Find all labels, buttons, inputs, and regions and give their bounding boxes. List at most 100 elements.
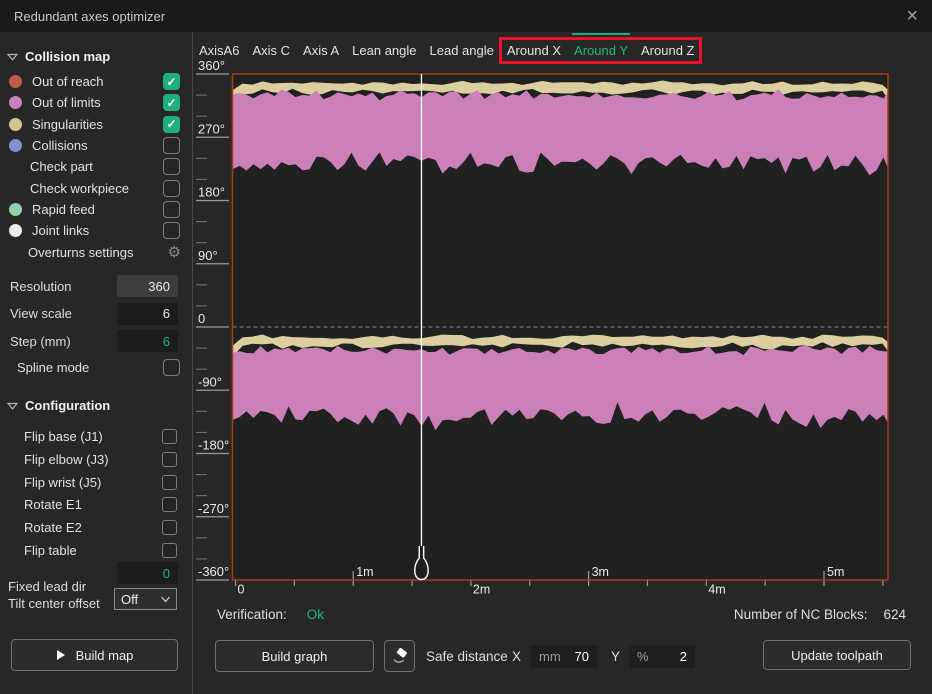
safe-distance-y-label: Y <box>611 640 620 672</box>
update-toolpath-label: Update toolpath <box>791 648 883 663</box>
legend-row: Check part <box>0 156 192 177</box>
configuration-section-header[interactable]: Configuration <box>7 398 110 413</box>
nc-blocks-label: Number of NC Blocks: <box>734 607 868 622</box>
checkbox-spline-mode[interactable] <box>163 359 180 376</box>
config-label: Flip table <box>24 543 77 558</box>
config-label: Rotate E1 <box>24 497 82 512</box>
tab-around-z[interactable]: Around Z <box>641 41 694 61</box>
nc-blocks-value: 624 <box>883 607 906 622</box>
checkbox-rotate-e1[interactable] <box>162 497 177 512</box>
verification-value: Ok <box>307 607 324 622</box>
field-input-step-mm-[interactable]: 6 <box>117 330 178 352</box>
checkbox-flip-wrist-j5-[interactable] <box>162 475 177 490</box>
svg-text:270°: 270° <box>198 121 225 136</box>
svg-text:-90°: -90° <box>198 374 222 389</box>
tab-around-x[interactable]: Around X <box>507 41 561 61</box>
field-label-view-scale: View scale <box>10 303 72 325</box>
config-label: Flip base (J1) <box>24 429 103 444</box>
title-bar: Redundant axes optimizer × <box>0 0 932 32</box>
checkbox-flip-elbow-j3-[interactable] <box>162 452 177 467</box>
gear-icon[interactable]: ⚙ <box>168 245 181 260</box>
sidebar: Collision map Out of reachOut of limitsS… <box>0 32 193 694</box>
safe-distance-group: Safe distance <box>426 640 508 672</box>
legend-color-dot <box>9 75 22 88</box>
config-row: Rotate E2 <box>0 517 192 538</box>
checkbox-out-of-limits[interactable] <box>163 94 180 111</box>
field-value: 6 <box>163 334 170 349</box>
redundancy-map-chart[interactable]: 360°270°180°90°0-90°-180°-270°-360°01m2m… <box>194 32 932 694</box>
svg-text:1m: 1m <box>356 565 373 579</box>
safe-distance-x-input[interactable]: mm 70 <box>531 645 597 668</box>
overturns-settings-label: Overturns settings <box>28 245 134 260</box>
build-graph-button[interactable]: Build graph <box>215 640 374 672</box>
build-map-button[interactable]: Build map <box>11 639 178 671</box>
checkbox-singularities[interactable] <box>163 116 180 133</box>
tab-axis-c[interactable]: Axis C <box>252 41 290 61</box>
svg-text:-270°: -270° <box>198 501 229 516</box>
checkbox-check-part[interactable] <box>163 158 180 175</box>
checkbox-check-workpiece[interactable] <box>163 180 180 197</box>
config-row: Flip base (J1) <box>0 426 192 447</box>
tilt-center-offset-label: Tilt center offset <box>8 592 100 614</box>
svg-text:-360°: -360° <box>198 564 229 579</box>
collision-map-section-header[interactable]: Collision map <box>7 49 110 64</box>
update-toolpath-button[interactable]: Update toolpath <box>763 640 911 670</box>
safe-distance-y-input[interactable]: % 2 <box>629 645 695 668</box>
nc-blocks-status: Number of NC Blocks: 624 <box>734 607 906 622</box>
close-icon[interactable]: × <box>906 6 918 26</box>
checkbox-rotate-e2[interactable] <box>162 520 177 535</box>
fixed-lead-dir-input[interactable]: 0 <box>117 562 178 584</box>
verification-status: Verification: Ok <box>217 607 324 622</box>
legend-label: Out of limits <box>32 95 101 110</box>
legend-color-dot <box>9 139 22 152</box>
x-unit: mm <box>539 649 561 664</box>
footer-toolbar: Build graph Safe distance X mm 70 Y % 2 … <box>194 640 932 672</box>
play-icon <box>56 649 66 661</box>
y-value: 2 <box>680 649 687 664</box>
checkbox-flip-base-j1-[interactable] <box>162 429 177 444</box>
main-panel: 360°270°180°90°0-90°-180°-270°-360°01m2m… <box>194 32 932 694</box>
tab-axis-a[interactable]: Axis A <box>303 41 339 61</box>
legend-row: Out of limits <box>0 92 192 113</box>
legend-row: Joint links <box>0 220 192 241</box>
tilt-center-offset-dropdown[interactable]: Off <box>114 588 177 610</box>
checkbox-rapid-feed[interactable] <box>163 201 180 218</box>
legend-color-dot <box>9 96 22 109</box>
config-label: Rotate E2 <box>24 520 82 535</box>
legend-row: Check workpiece <box>0 178 192 199</box>
checkbox-collisions[interactable] <box>163 137 180 154</box>
tab-lead-angle[interactable]: Lead angle <box>430 41 494 61</box>
svg-text:4m: 4m <box>708 583 725 597</box>
fixed-lead-dir-value: 0 <box>163 566 170 581</box>
legend-label: Joint links <box>32 223 89 238</box>
svg-text:5m: 5m <box>827 565 844 579</box>
eraser-icon <box>391 647 409 665</box>
axis-tab-bar: AxisA6 Axis C Axis A Lean angle Lead angle Ar… <box>194 32 932 64</box>
tab-axisa6[interactable]: AxisA6 <box>199 41 239 61</box>
collapse-triangle-icon <box>7 53 18 61</box>
tab-around-y[interactable]: Around Y <box>574 41 628 61</box>
field-input-view-scale[interactable]: 6 <box>117 303 178 325</box>
tab-lean-angle[interactable]: Lean angle <box>352 41 416 61</box>
legend-label: Check workpiece <box>30 181 129 196</box>
field-input-resolution[interactable]: 360 <box>117 275 178 297</box>
redundant-axes-optimizer-window: { "window": { "title": "Redundant axes o… <box>0 0 932 694</box>
build-map-label: Build map <box>76 648 134 663</box>
config-row: Flip elbow (J3) <box>0 449 192 470</box>
checkbox-flip-table[interactable] <box>162 543 177 558</box>
configuration-title: Configuration <box>25 398 110 413</box>
field-label-step-mm-: Step (mm) <box>10 330 71 352</box>
eraser-tool-button[interactable] <box>384 640 415 672</box>
config-row: Flip wrist (J5) <box>0 472 192 493</box>
x-value: 70 <box>575 649 589 664</box>
legend-label: Check part <box>30 159 93 174</box>
safe-distance-x-label: X <box>512 640 521 672</box>
config-label: Flip elbow (J3) <box>24 452 109 467</box>
overturns-settings-row: Overturns settings ⚙ <box>0 242 192 263</box>
checkbox-out-of-reach[interactable] <box>163 73 180 90</box>
legend-label: Collisions <box>32 138 88 153</box>
legend-label: Singularities <box>32 117 103 132</box>
legend-color-dot <box>9 203 22 216</box>
svg-text:90°: 90° <box>198 248 218 263</box>
checkbox-joint-links[interactable] <box>163 222 180 239</box>
